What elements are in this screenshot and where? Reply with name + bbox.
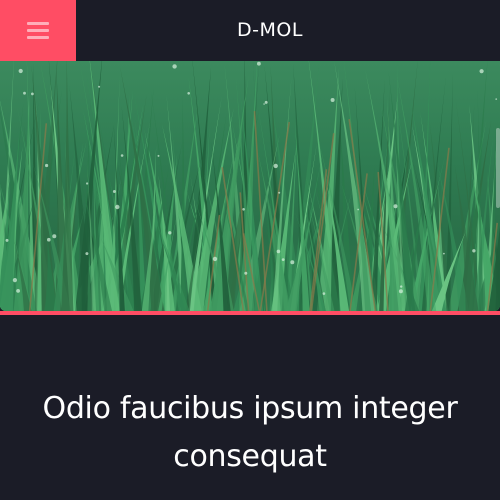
scrollbar-thumb[interactable] [496,128,500,208]
page-headline: Odio faucibus ipsum integer consequat [42,391,458,474]
app-screen: D-MOL Odio faucibus ipsum integer conseq… [0,0,500,500]
menu-button[interactable] [0,0,76,61]
hamburger-menu-icon [27,22,49,39]
brand-title: D-MOL [237,19,303,41]
top-bar: D-MOL [0,0,500,61]
hero-image [0,61,500,311]
accent-divider [0,311,500,315]
grass-image [0,61,500,311]
